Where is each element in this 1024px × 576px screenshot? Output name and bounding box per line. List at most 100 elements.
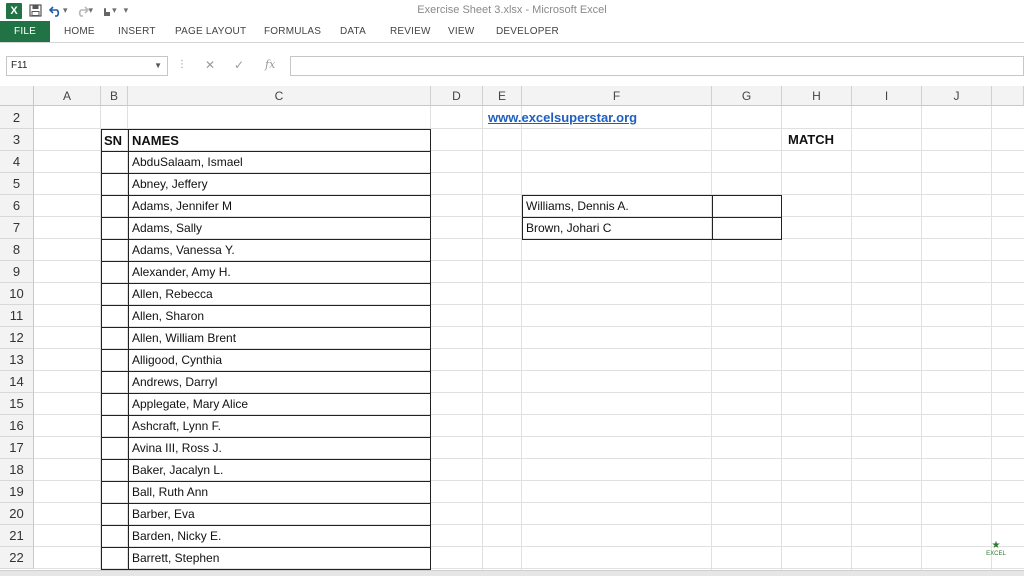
name-cell[interactable]: Allen, Rebecca — [128, 283, 431, 306]
sn-cell[interactable] — [101, 437, 129, 460]
sn-cell[interactable] — [101, 151, 129, 174]
sn-cell[interactable] — [101, 305, 129, 328]
name-cell[interactable]: Adams, Jennifer M — [128, 195, 431, 218]
sn-cell[interactable] — [101, 481, 129, 504]
row-header-7[interactable]: 7 — [0, 217, 34, 239]
lookup-result-cell[interactable] — [712, 217, 782, 240]
name-box-value: F11 — [11, 60, 28, 71]
tab-file[interactable]: FILE — [0, 21, 50, 42]
name-cell[interactable]: Applegate, Mary Alice — [128, 393, 431, 416]
row-header-5[interactable]: 5 — [0, 173, 34, 195]
row-header-6[interactable]: 6 — [0, 195, 34, 217]
enter-icon[interactable]: ✓ — [234, 58, 244, 72]
column-header-h[interactable]: H — [782, 86, 852, 106]
sn-cell[interactable] — [101, 371, 129, 394]
lookup-result-cell[interactable] — [712, 195, 782, 218]
column-header-f[interactable]: F — [522, 86, 712, 106]
row-header-4[interactable]: 4 — [0, 151, 34, 173]
sn-cell[interactable] — [101, 217, 129, 240]
name-cell[interactable]: AbduSalaam, Ismael — [128, 151, 431, 174]
sn-cell[interactable] — [101, 547, 129, 570]
tab-page-layout[interactable]: PAGE LAYOUT — [175, 21, 246, 42]
row-header-17[interactable]: 17 — [0, 437, 34, 459]
column-header-e[interactable]: E — [483, 86, 522, 106]
name-cell[interactable]: Andrews, Darryl — [128, 371, 431, 394]
name-box[interactable]: F11 ▼ — [6, 56, 168, 76]
row-header-14[interactable]: 14 — [0, 371, 34, 393]
row-header-20[interactable]: 20 — [0, 503, 34, 525]
name-cell[interactable]: Allen, Sharon — [128, 305, 431, 328]
tab-insert[interactable]: INSERT — [118, 21, 156, 42]
name-cell[interactable]: Adams, Sally — [128, 217, 431, 240]
tab-view[interactable]: VIEW — [448, 21, 474, 42]
name-cell[interactable]: Alexander, Amy H. — [128, 261, 431, 284]
column-header-d[interactable]: D — [431, 86, 483, 106]
tab-home[interactable]: HOME — [64, 21, 95, 42]
row-header-3[interactable]: 3 — [0, 129, 34, 151]
sheet-tab-bar[interactable] — [0, 570, 1024, 576]
column-header-a[interactable]: A — [34, 86, 101, 106]
column-header-g[interactable]: G — [712, 86, 782, 106]
sn-cell[interactable] — [101, 393, 129, 416]
row-header-18[interactable]: 18 — [0, 459, 34, 481]
insert-function-icon[interactable]: fx — [265, 58, 275, 71]
name-cell[interactable]: Barrett, Stephen — [128, 547, 431, 570]
match-label[interactable]: MATCH — [785, 129, 834, 151]
column-header-i[interactable]: I — [852, 86, 922, 106]
name-cell[interactable]: Baker, Jacalyn L. — [128, 459, 431, 482]
select-all-corner[interactable] — [0, 86, 34, 106]
row-header-2[interactable]: 2 — [0, 106, 34, 129]
sn-cell[interactable] — [101, 503, 129, 526]
column-header-j[interactable]: J — [922, 86, 992, 106]
lookup-name-cell[interactable]: Brown, Johari C — [522, 217, 713, 240]
tab-review[interactable]: REVIEW — [390, 21, 431, 42]
column-header-k[interactable] — [992, 86, 1024, 106]
ribbon-tabs: FILE HOME INSERT PAGE LAYOUT FORMULAS DA… — [0, 21, 1024, 43]
name-cell[interactable]: Adams, Vanessa Y. — [128, 239, 431, 262]
tab-developer[interactable]: DEVELOPER — [496, 21, 559, 42]
name-cell[interactable]: Barden, Nicky E. — [128, 525, 431, 548]
sn-cell[interactable] — [101, 459, 129, 482]
sn-cell[interactable] — [101, 195, 129, 218]
formula-input[interactable] — [290, 56, 1024, 76]
row-header-22[interactable]: 22 — [0, 547, 34, 569]
cancel-icon[interactable]: ✕ — [205, 58, 215, 72]
row-header-11[interactable]: 11 — [0, 305, 34, 327]
sn-cell[interactable] — [101, 327, 129, 350]
name-box-dropdown-icon[interactable]: ▼ — [154, 57, 162, 75]
sn-cell[interactable] — [101, 239, 129, 262]
sn-cell[interactable] — [101, 415, 129, 438]
formula-bar-grip-icon: ⋮ — [177, 59, 187, 70]
sn-cell[interactable] — [101, 173, 129, 196]
tab-formulas[interactable]: FORMULAS — [264, 21, 321, 42]
row-header-13[interactable]: 13 — [0, 349, 34, 371]
name-cell[interactable]: Allen, William Brent — [128, 327, 431, 350]
row-header-10[interactable]: 10 — [0, 283, 34, 305]
sn-cell[interactable] — [101, 349, 129, 372]
column-header-c[interactable]: C — [128, 86, 431, 106]
sn-cell[interactable] — [101, 525, 129, 548]
row-header-16[interactable]: 16 — [0, 415, 34, 437]
name-cell[interactable]: Alligood, Cynthia — [128, 349, 431, 372]
name-cell[interactable]: Barber, Eva — [128, 503, 431, 526]
row-header-19[interactable]: 19 — [0, 481, 34, 503]
website-link[interactable]: www.excelsuperstar.org — [485, 107, 637, 129]
name-cell[interactable]: Abney, Jeffery — [128, 173, 431, 196]
star-icon: ★ — [991, 540, 1001, 551]
row-header-15[interactable]: 15 — [0, 393, 34, 415]
name-cell[interactable]: Avina III, Ross J. — [128, 437, 431, 460]
names-header[interactable]: NAMES — [128, 129, 431, 152]
name-cell[interactable]: Ball, Ruth Ann — [128, 481, 431, 504]
row-header-8[interactable]: 8 — [0, 239, 34, 261]
lookup-name-cell[interactable]: Williams, Dennis A. — [522, 195, 713, 218]
watermark-logo: ★ EXCEL — [986, 540, 1006, 557]
sn-header[interactable]: SN — [101, 129, 129, 152]
row-header-12[interactable]: 12 — [0, 327, 34, 349]
tab-data[interactable]: DATA — [340, 21, 366, 42]
row-header-9[interactable]: 9 — [0, 261, 34, 283]
sn-cell[interactable] — [101, 283, 129, 306]
name-cell[interactable]: Ashcraft, Lynn F. — [128, 415, 431, 438]
row-header-21[interactable]: 21 — [0, 525, 34, 547]
sn-cell[interactable] — [101, 261, 129, 284]
column-header-b[interactable]: B — [101, 86, 128, 106]
